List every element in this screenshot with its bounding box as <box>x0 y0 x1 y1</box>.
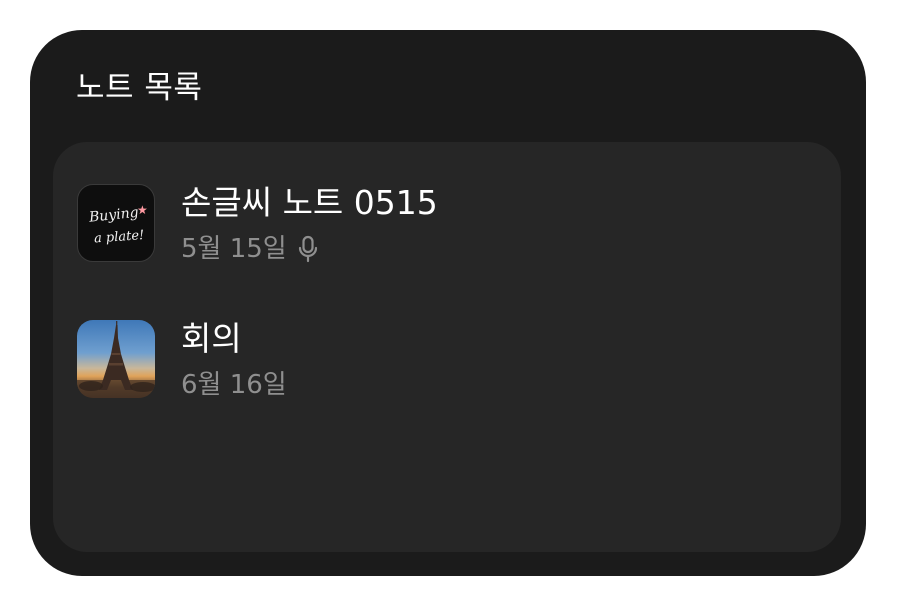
thumbnail-handwriting-line-2: a plate! <box>94 228 145 246</box>
svg-text:★: ★ <box>137 203 148 217</box>
thumbnail-handwriting-line-1: Buying <box>87 205 139 226</box>
note-title: 손글씨 노트 0515 <box>181 183 438 222</box>
note-meta: 5월 15일 <box>181 232 319 266</box>
eiffel-tower-image <box>77 321 155 398</box>
widget-title[interactable]: 노트 목록 <box>76 68 202 108</box>
note-meta: 6월 16일 <box>181 368 287 402</box>
note-item-handwriting[interactable]: Buying ★ a plate! 손글씨 노트 0515 5월 15일 <box>77 183 817 266</box>
note-thumbnail-photo <box>77 320 155 398</box>
note-thumbnail-handwriting: Buying ★ a plate! <box>77 184 155 262</box>
note-date: 6월 16일 <box>181 370 287 400</box>
notes-list-card: Buying ★ a plate! 손글씨 노트 0515 5월 15일 회의 … <box>53 142 841 552</box>
note-title: 회의 <box>181 319 242 358</box>
mic-icon <box>298 235 317 263</box>
note-date: 5월 15일 <box>181 234 287 264</box>
notes-list-widget: 노트 목록 Buying ★ a plate! 손글씨 노트 0515 5월 1… <box>30 30 866 576</box>
handwriting-thumbnail-art: Buying ★ a plate! <box>87 203 148 247</box>
note-item-meeting[interactable]: 회의 6월 16일 <box>77 319 817 402</box>
